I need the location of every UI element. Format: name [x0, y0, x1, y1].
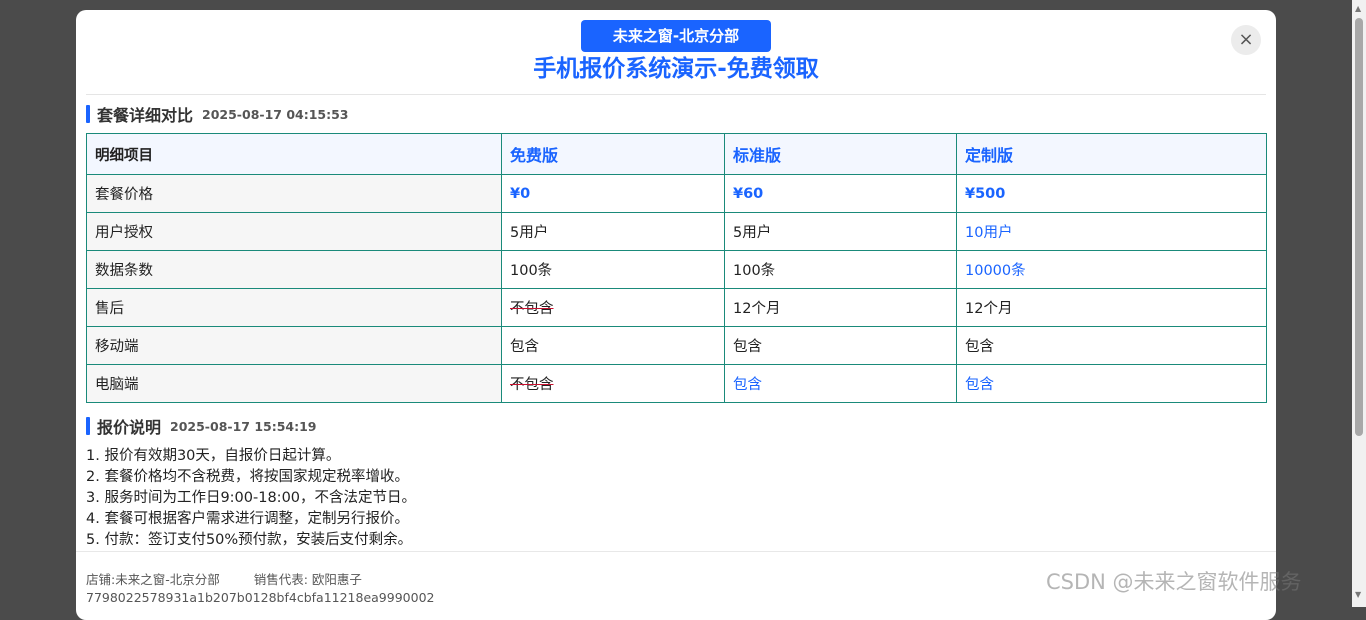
page-title: 手机报价系统演示-免费领取 — [533, 56, 819, 82]
cell-value: ¥500 — [956, 174, 1267, 213]
cell-value: 不包含 — [501, 288, 725, 327]
table-header-row: 明细项目 免费版 标准版 定制版 — [86, 133, 1267, 175]
branch-badge: 未来之窗-北京分部 — [581, 20, 771, 52]
footer-divider — [76, 551, 1276, 552]
cell-value: 包含 — [724, 364, 957, 403]
table-row: 用户授权 5用户 5用户 10用户 — [86, 212, 1267, 251]
cell-value: 5用户 — [724, 212, 957, 251]
section-marker — [86, 417, 90, 435]
list-item: 1. 报价有效期30天，自报价日起计算。 — [86, 448, 341, 464]
scrollbar-thumb[interactable] — [1355, 18, 1363, 436]
row-label: 电脑端 — [86, 364, 502, 403]
cell-value: ¥60 — [724, 174, 957, 213]
plan-comparison-table: 明细项目 免费版 标准版 定制版 套餐价格 ¥0 ¥60 ¥500 用户授权 5… — [86, 133, 1267, 403]
table-row: 电脑端 不包含 包含 包含 — [86, 364, 1267, 403]
store-name: 店铺:未来之窗-北京分部 — [86, 572, 220, 587]
quote-timestamp: 2025-08-17 15:54:19 — [170, 418, 317, 434]
row-label: 套餐价格 — [86, 174, 502, 213]
column-header-standard: 标准版 — [724, 133, 957, 175]
row-label: 数据条数 — [86, 250, 502, 289]
list-item: 5. 付款：签订支付50%预付款，安装后支付剩余。 — [86, 532, 413, 548]
footer-id-line: 7798022578931a1b207b0128bf4cbfa11218ea99… — [86, 590, 434, 605]
column-header-item: 明细项目 — [86, 133, 502, 175]
cell-value: 12个月 — [724, 288, 957, 327]
quote-notes-list: 1. 报价有效期30天，自报价日起计算。 2. 套餐价格均不含税费，将按国家规定… — [86, 446, 416, 551]
footer-info: 店铺:未来之窗-北京分部 销售代表: 欧阳惠子 — [86, 569, 362, 588]
cell-value: 包含 — [501, 326, 725, 365]
table-row: 移动端 包含 包含 包含 — [86, 326, 1267, 365]
compare-timestamp: 2025-08-17 04:15:53 — [202, 106, 349, 122]
close-button[interactable]: × — [1231, 25, 1261, 55]
quote-section-heading: 报价说明 2025-08-17 15:54:19 — [86, 416, 317, 437]
scroll-up-arrow-icon[interactable]: ▲ — [1355, 4, 1361, 13]
column-header-custom: 定制版 — [956, 133, 1267, 175]
cell-value: ¥0 — [501, 174, 725, 213]
row-label: 用户授权 — [86, 212, 502, 251]
compare-heading: 套餐详细对比 — [97, 106, 194, 125]
csdn-watermark: CSDN @未来之窗软件服务 — [1046, 570, 1302, 594]
table-row: 售后 不包含 12个月 12个月 — [86, 288, 1267, 327]
table-row: 套餐价格 ¥0 ¥60 ¥500 — [86, 174, 1267, 213]
quote-id: 7798022578931a1b207b0128bf4cbfa11218ea99… — [86, 590, 435, 605]
sales-rep: 销售代表: 欧阳惠子 — [253, 572, 362, 587]
row-label: 移动端 — [86, 326, 502, 365]
column-header-free: 免费版 — [501, 133, 725, 175]
cell-value: 100条 — [724, 250, 957, 289]
cell-value: 12个月 — [956, 288, 1267, 327]
header-divider — [86, 94, 1266, 95]
cell-value: 10000条 — [956, 250, 1267, 289]
page-scrollbar[interactable]: ▲ ▼ — [1352, 0, 1366, 607]
list-item: 3. 服务时间为工作日9:00-18:00，不含法定节日。 — [86, 490, 417, 506]
cell-value: 包含 — [956, 326, 1267, 365]
table-row: 数据条数 100条 100条 10000条 — [86, 250, 1267, 289]
list-item: 4. 套餐可根据客户需求进行调整，定制另行报价。 — [86, 511, 409, 527]
cell-value: 10用户 — [956, 212, 1267, 251]
cell-value: 包含 — [956, 364, 1267, 403]
quote-modal: 未来之窗-北京分部 手机报价系统演示-免费领取 × 套餐详细对比 2025-08… — [76, 10, 1276, 620]
cell-value: 不包含 — [501, 364, 725, 403]
compare-section-heading: 套餐详细对比 2025-08-17 04:15:53 — [86, 104, 349, 125]
scroll-down-arrow-icon[interactable]: ▼ — [1355, 590, 1361, 599]
cell-value: 包含 — [724, 326, 957, 365]
list-item: 2. 套餐价格均不含税费，将按国家规定税率增收。 — [86, 469, 409, 485]
row-label: 售后 — [86, 288, 502, 327]
section-marker — [86, 105, 90, 123]
quote-heading: 报价说明 — [97, 418, 162, 437]
close-icon: × — [1238, 29, 1254, 50]
cell-value: 100条 — [501, 250, 725, 289]
cell-value: 5用户 — [501, 212, 725, 251]
